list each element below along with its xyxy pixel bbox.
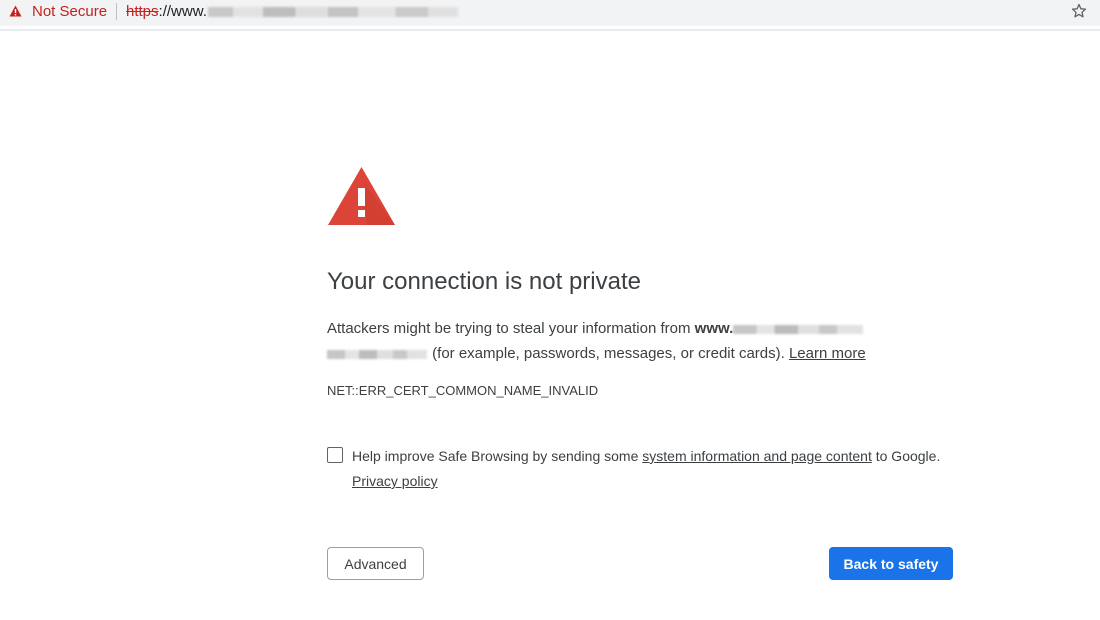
not-secure-label[interactable]: Not Secure	[32, 3, 107, 20]
domain-blurred-part2	[327, 349, 427, 359]
body-prefix: Attackers might be trying to steal your …	[327, 320, 695, 337]
omnibox-separator	[116, 3, 117, 20]
back-to-safety-button[interactable]: Back to safety	[829, 547, 953, 580]
body-suffix: (for example, passwords, messages, or cr…	[428, 345, 789, 362]
safe-browsing-prefix: Help improve Safe Browsing by sending so…	[352, 448, 643, 464]
privacy-policy-link[interactable]: Privacy policy	[352, 473, 438, 489]
explanation-paragraph: Attackers might be trying to steal your …	[327, 316, 927, 366]
warning-triangle-icon[interactable]	[9, 5, 22, 17]
advanced-button[interactable]: Advanced	[327, 547, 424, 580]
url-scheme: https	[126, 3, 159, 20]
url-blurred	[207, 7, 458, 18]
domain-blurred-part1	[733, 324, 864, 334]
address-bar[interactable]: Not Secure https://www.	[0, 0, 1100, 26]
page-title: Your connection is not private	[327, 268, 641, 295]
safe-browsing-checkbox[interactable]	[327, 447, 343, 463]
url-prefix: ://www.	[158, 3, 207, 20]
url-text[interactable]: https://www.	[126, 3, 458, 20]
safe-browsing-suffix: to Google.	[871, 448, 941, 464]
large-warning-icon	[328, 167, 395, 225]
omnibox[interactable]: Not Secure https://www.	[0, 0, 1100, 24]
safe-browsing-text: Help improve Safe Browsing by sending so…	[352, 444, 962, 494]
domain-visible: www.	[694, 320, 734, 337]
learn-more-link[interactable]: Learn more	[789, 345, 866, 362]
system-info-link[interactable]: system information and page content	[642, 448, 872, 464]
toolbar-divider	[0, 29, 1100, 31]
error-code: NET::ERR_CERT_COMMON_NAME_INVALID	[327, 383, 599, 398]
bookmark-star-icon[interactable]	[1071, 3, 1087, 19]
